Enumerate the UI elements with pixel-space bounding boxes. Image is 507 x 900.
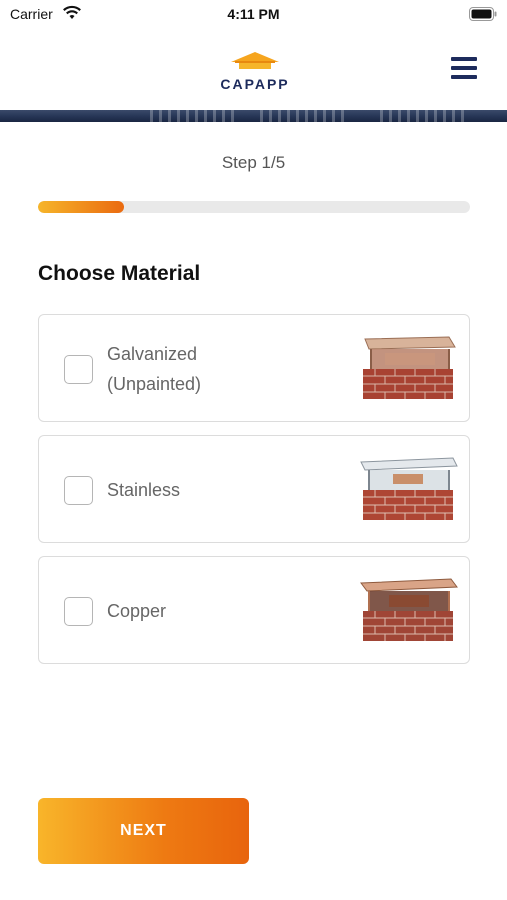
step-progress-fill [38,201,125,213]
option-label-line1: Galvanized [107,344,198,364]
hamburger-menu-icon[interactable] [451,57,479,83]
section-title: Choose Material [38,262,201,285]
option-label: Stainless [107,475,180,505]
checkbox[interactable] [64,476,93,505]
stainless-chimney-cap-image [360,457,458,520]
option-label-line1: Stainless [107,480,181,500]
copper-chimney-cap-image [360,578,458,641]
status-time: 4:11 PM [227,6,280,22]
roof-logo-icon [231,52,279,69]
battery-icon [469,7,497,21]
galvanized-chimney-cap-image [363,336,456,399]
material-option-galvanized[interactable]: Galvanized (Unpainted) [38,314,470,422]
option-label: Galvanized (Unpainted) [107,339,201,399]
checkbox[interactable] [64,355,93,384]
step-label: Step 1/5 [221,153,286,172]
material-option-copper[interactable]: Copper [38,556,470,664]
status-bar: Carrier 4:11 PM [0,0,507,30]
step-progress-bar [38,201,470,213]
next-button[interactable]: NEXT [38,798,249,864]
capapp-logo[interactable]: CAPAPP [213,50,297,94]
material-option-stainless[interactable]: Stainless [38,435,470,543]
logo-text: CAPAPP [220,76,290,92]
header-banner-image [0,110,507,122]
option-label: Copper [107,596,166,626]
app-header: CAPAPP [0,30,507,110]
option-label-line2: (Unpainted) [107,374,202,394]
checkbox[interactable] [64,597,93,626]
option-label-line1: Copper [107,601,167,621]
